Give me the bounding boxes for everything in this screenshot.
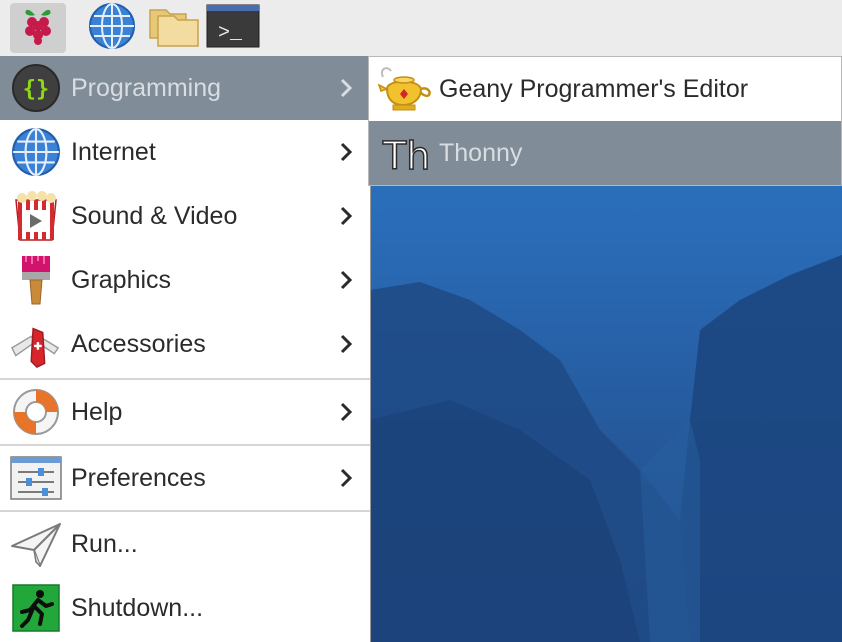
menu-item-graphics[interactable]: Graphics [0, 248, 370, 312]
pocket-knife-icon [10, 318, 62, 370]
folder-icon [148, 4, 200, 53]
menu-item-help[interactable]: Help [0, 380, 370, 444]
chevron-right-icon [338, 204, 354, 233]
paper-plane-icon [10, 518, 62, 570]
chevron-right-icon [338, 140, 354, 169]
menu-item-preferences[interactable]: Preferences [0, 446, 370, 510]
submenu-item-label: Thonny [439, 138, 523, 167]
menu-item-label: Shutdown... [71, 593, 204, 622]
menu-item-label: Programming [71, 73, 222, 102]
code-braces-icon: {} [10, 62, 62, 114]
chevron-right-icon [338, 76, 354, 105]
menu-item-internet[interactable]: Internet [0, 120, 370, 184]
menu-item-sound-video[interactable]: Sound & Video [0, 184, 370, 248]
web-browser-button[interactable] [84, 2, 140, 55]
terminal-icon: >_ [206, 4, 260, 53]
paintbrush-icon [10, 254, 62, 306]
menu-item-accessories[interactable]: Accessories [0, 312, 370, 376]
menu-item-label: Run... [71, 529, 138, 558]
chevron-right-icon [338, 268, 354, 297]
sliders-icon [10, 452, 62, 504]
raspberry-icon [20, 6, 56, 51]
svg-text:Th: Th [382, 134, 430, 177]
lifebuoy-icon [10, 386, 62, 438]
chevron-right-icon [338, 332, 354, 361]
svg-text:>_: >_ [218, 22, 243, 45]
raspberry-menu-button[interactable] [10, 3, 66, 53]
menu-item-label: Sound & Video [71, 201, 238, 230]
exit-runner-icon [10, 582, 62, 634]
thonny-icon: Th [377, 125, 433, 181]
submenu-item-geany[interactable]: Geany Programmer's Editor [369, 57, 841, 121]
submenu-item-label: Geany Programmer's Editor [439, 74, 749, 103]
programming-submenu: Geany Programmer's Editor Th Thonny [368, 56, 842, 186]
menu-item-label: Accessories [71, 329, 206, 358]
menu-item-label: Internet [71, 137, 156, 166]
chevron-right-icon [338, 400, 354, 429]
menu-item-label: Help [71, 397, 123, 426]
popcorn-play-icon [10, 190, 62, 242]
globe-icon [10, 126, 62, 178]
menu-item-programming[interactable]: {} Programming [0, 56, 370, 120]
menu-item-run[interactable]: Run... [0, 512, 370, 576]
menu-item-label: Graphics [71, 265, 172, 294]
submenu-item-thonny[interactable]: Th Thonny [369, 121, 841, 185]
menu-item-shutdown[interactable]: Shutdown... [0, 576, 370, 640]
globe-icon [88, 2, 136, 55]
application-menu: {} Programming Internet Sound & Video Gr… [0, 56, 371, 642]
chevron-right-icon [338, 466, 354, 495]
top-panel: >_ [0, 0, 842, 57]
terminal-button[interactable]: >_ [205, 3, 261, 53]
genie-lamp-icon [377, 61, 433, 117]
menu-item-label: Preferences [71, 463, 206, 492]
svg-text:{}: {} [23, 77, 50, 102]
file-manager-button[interactable] [146, 3, 202, 53]
